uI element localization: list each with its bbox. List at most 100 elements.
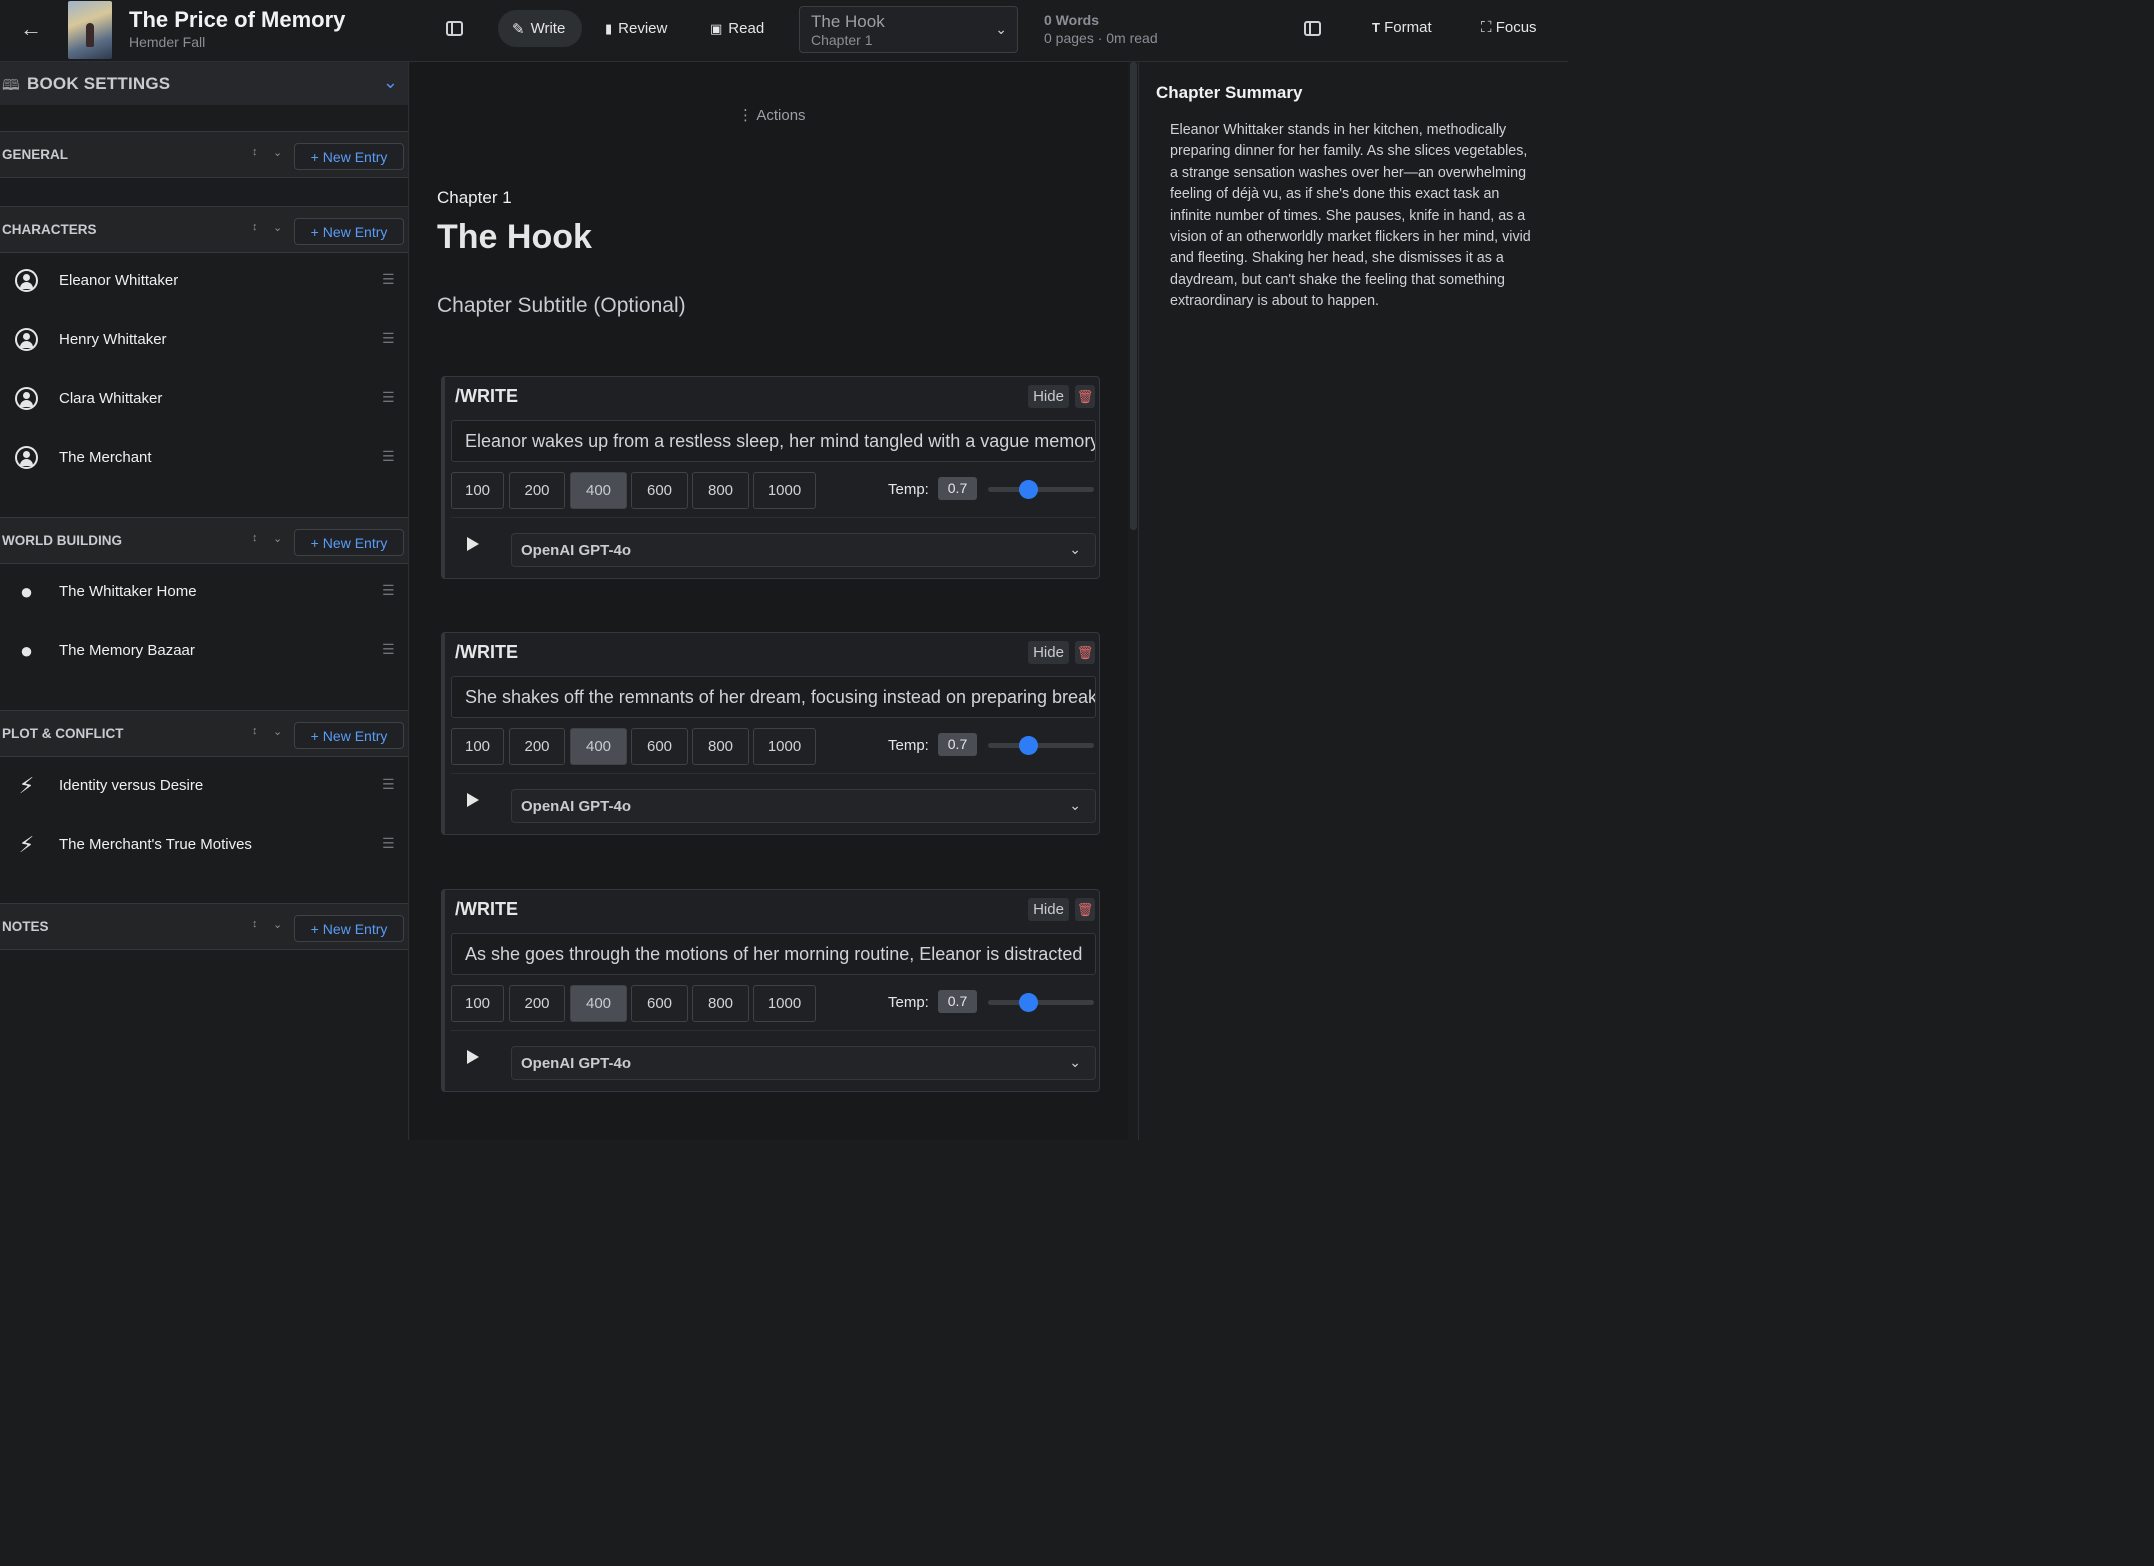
play-icon[interactable] [467, 537, 479, 551]
sort-icon[interactable]: ↕ [252, 532, 258, 544]
sort-icon[interactable]: ↕ [252, 918, 258, 930]
drag-handle-icon[interactable]: ☰ [382, 448, 395, 465]
back-arrow-icon[interactable]: ← [20, 16, 46, 42]
play-icon[interactable] [467, 1050, 479, 1064]
page-info: 0 pages · 0m read [1044, 30, 1158, 46]
sort-icon[interactable]: ↕ [252, 725, 258, 737]
drag-handle-icon[interactable]: ☰ [382, 389, 395, 406]
length-option-button[interactable]: 400 [570, 985, 627, 1022]
toggle-right-panel-icon[interactable] [1304, 21, 1321, 36]
write-mode-button[interactable]: ✎ Write [498, 10, 582, 47]
chevron-down-icon[interactable]: ⌄ [273, 725, 282, 738]
length-option-button[interactable]: 800 [692, 728, 749, 765]
new-entry-button[interactable]: + New Entry [294, 143, 404, 170]
model-select[interactable]: OpenAI GPT-4o ⌄ [511, 533, 1096, 567]
length-option-button[interactable]: 100 [451, 472, 504, 509]
hide-button[interactable]: Hide [1028, 898, 1069, 921]
write-prompt-input[interactable]: Eleanor wakes up from a restless sleep, … [451, 420, 1096, 462]
entry-name: The Memory Bazaar [59, 642, 195, 659]
temp-slider-track[interactable] [988, 487, 1094, 492]
length-option-button[interactable]: 600 [631, 472, 688, 509]
chevron-down-icon[interactable]: ⌄ [383, 72, 398, 93]
format-button[interactable]: T Format [1372, 19, 1432, 36]
temp-slider-thumb[interactable] [1019, 480, 1038, 499]
trash-icon[interactable]: 🗑 [1075, 385, 1095, 408]
length-option-button[interactable]: 1000 [753, 728, 816, 765]
chapter-summary-text[interactable]: Eleanor Whittaker stands in her kitchen,… [1170, 120, 1538, 313]
sort-icon[interactable]: ↕ [252, 146, 258, 158]
model-select[interactable]: OpenAI GPT-4o ⌄ [511, 1046, 1096, 1080]
entry-name: The Whittaker Home [59, 583, 197, 600]
plot-entry[interactable]: ⚡ Identity versus Desire ☰ [0, 758, 408, 817]
length-option-button[interactable]: 100 [451, 985, 504, 1022]
write-prompt-input[interactable]: As she goes through the motions of her m… [451, 933, 1096, 975]
location-entry[interactable]: ● The Whittaker Home ☰ [0, 564, 408, 623]
drag-handle-icon[interactable]: ☰ [382, 776, 395, 793]
read-mode-button[interactable]: ▣ Read [696, 10, 776, 47]
section-plot-conflict: PLOT & CONFLICT ↕ ⌄ + New Entry [0, 710, 408, 757]
book-cover-image[interactable] [68, 1, 112, 59]
chapter-summary-title: Chapter Summary [1156, 83, 1303, 102]
actions-menu-button[interactable]: ⋮ Actions [738, 106, 806, 124]
chevron-down-icon[interactable]: ⌄ [273, 221, 282, 234]
character-entry[interactable]: Eleanor Whittaker ☰ [0, 253, 408, 312]
temp-slider-track[interactable] [988, 1000, 1094, 1005]
drag-handle-icon[interactable]: ☰ [382, 641, 395, 658]
length-option-button[interactable]: 200 [509, 472, 565, 509]
hide-button[interactable]: Hide [1028, 641, 1069, 664]
temp-slider-thumb[interactable] [1019, 736, 1038, 755]
plus-icon: + [310, 223, 319, 240]
location-entry[interactable]: ● The Memory Bazaar ☰ [0, 623, 408, 682]
drag-handle-icon[interactable]: ☰ [382, 582, 395, 599]
drag-handle-icon[interactable]: ☰ [382, 330, 395, 347]
write-prompt-input[interactable]: She shakes off the remnants of her dream… [451, 676, 1096, 718]
editor-scrollbar[interactable] [1130, 62, 1137, 530]
chapter-title[interactable]: The Hook [437, 218, 592, 257]
trash-icon[interactable]: 🗑 [1075, 898, 1095, 921]
new-entry-button[interactable]: + New Entry [294, 722, 404, 749]
book-settings-header[interactable]: 🕮 BOOK SETTINGS ⌄ [0, 62, 408, 105]
plus-icon: + [310, 727, 319, 744]
toggle-left-panel-icon[interactable] [446, 21, 463, 36]
model-select[interactable]: OpenAI GPT-4o ⌄ [511, 789, 1096, 823]
trash-icon[interactable]: 🗑 [1075, 641, 1095, 664]
review-mode-button[interactable]: ▮ Review [591, 10, 686, 47]
new-entry-button[interactable]: + New Entry [294, 915, 404, 942]
drag-handle-icon[interactable]: ☰ [382, 271, 395, 288]
new-entry-button[interactable]: + New Entry [294, 529, 404, 556]
length-option-button[interactable]: 400 [570, 472, 627, 509]
character-entry[interactable]: The Merchant ☰ [0, 430, 408, 489]
length-option-button[interactable]: 800 [692, 472, 749, 509]
chevron-down-icon[interactable]: ⌄ [273, 146, 282, 159]
chevron-down-icon[interactable]: ⌄ [273, 532, 282, 545]
entry-name: Identity versus Desire [59, 777, 204, 794]
plot-entry[interactable]: ⚡ The Merchant's True Motives ☰ [0, 817, 408, 876]
fullscreen-icon: ⛶ [1481, 19, 1492, 36]
length-option-button[interactable]: 100 [451, 728, 504, 765]
character-entry[interactable]: Henry Whittaker ☰ [0, 312, 408, 371]
play-icon[interactable] [467, 793, 479, 807]
chapter-select-title: The Hook [811, 12, 885, 31]
length-option-button[interactable]: 1000 [753, 472, 816, 509]
chapter-subtitle-input[interactable]: Chapter Subtitle (Optional) [437, 294, 686, 318]
length-option-button[interactable]: 200 [509, 985, 565, 1022]
length-option-button[interactable]: 400 [570, 728, 627, 765]
chevron-down-icon[interactable]: ⌄ [273, 918, 282, 931]
review-mode-label: Review [618, 20, 668, 37]
chapter-select[interactable]: The Hook Chapter 1 ⌄ [799, 6, 1018, 53]
drag-handle-icon[interactable]: ☰ [382, 835, 395, 852]
temp-slider-thumb[interactable] [1019, 993, 1038, 1012]
new-entry-button[interactable]: + New Entry [294, 218, 404, 245]
character-entry[interactable]: Clara Whittaker ☰ [0, 371, 408, 430]
temp-slider-track[interactable] [988, 743, 1094, 748]
length-option-button[interactable]: 600 [631, 728, 688, 765]
length-option-button[interactable]: 800 [692, 985, 749, 1022]
length-option-button[interactable]: 200 [509, 728, 565, 765]
focus-button[interactable]: ⛶ Focus [1481, 19, 1537, 36]
length-option-button[interactable]: 1000 [753, 985, 816, 1022]
read-mode-label: Read [728, 20, 765, 37]
hide-button[interactable]: Hide [1028, 385, 1069, 408]
length-option-button[interactable]: 600 [631, 985, 688, 1022]
entry-name: The Merchant's True Motives [59, 836, 252, 853]
sort-icon[interactable]: ↕ [252, 221, 258, 233]
